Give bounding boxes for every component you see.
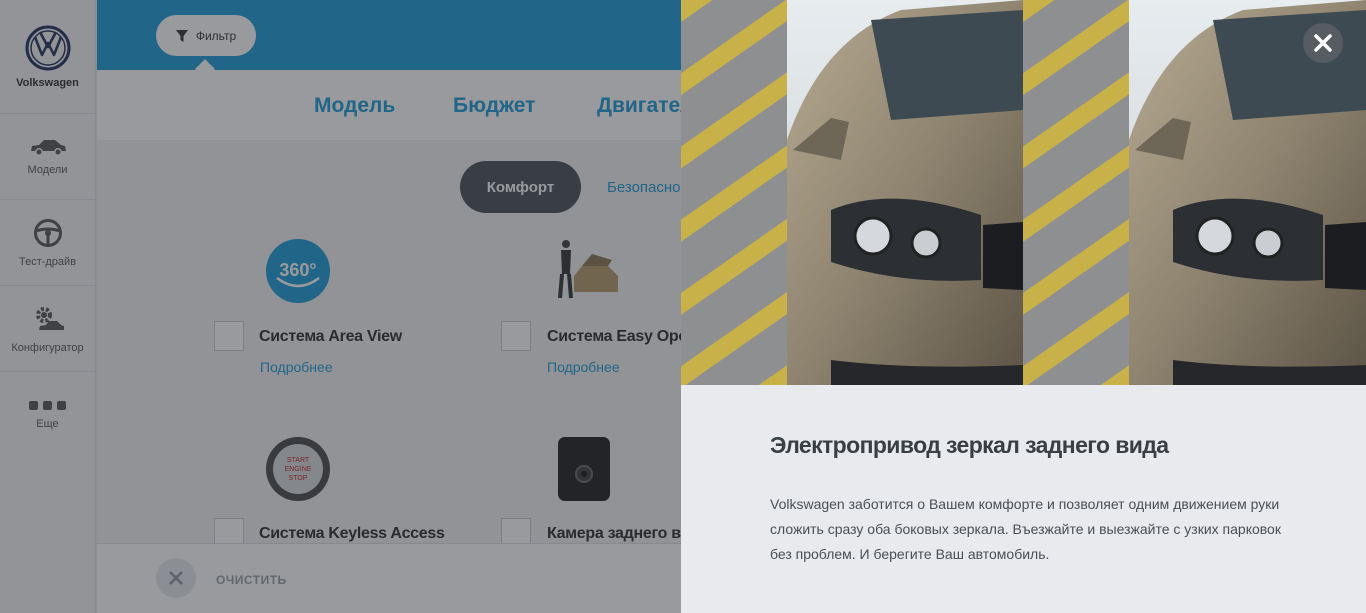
- feature-photo: [681, 0, 1366, 385]
- close-icon: [1314, 34, 1332, 52]
- panel-description: Volkswagen заботится о Вашем комфорте и …: [770, 496, 1281, 562]
- close-button[interactable]: [1303, 23, 1343, 63]
- panel-title: Электропривод зеркал заднего вида: [770, 432, 1169, 458]
- feature-detail-panel: Электропривод зеркал заднего вида Volksw…: [681, 0, 1366, 613]
- car-mirror-photo: [681, 0, 1366, 385]
